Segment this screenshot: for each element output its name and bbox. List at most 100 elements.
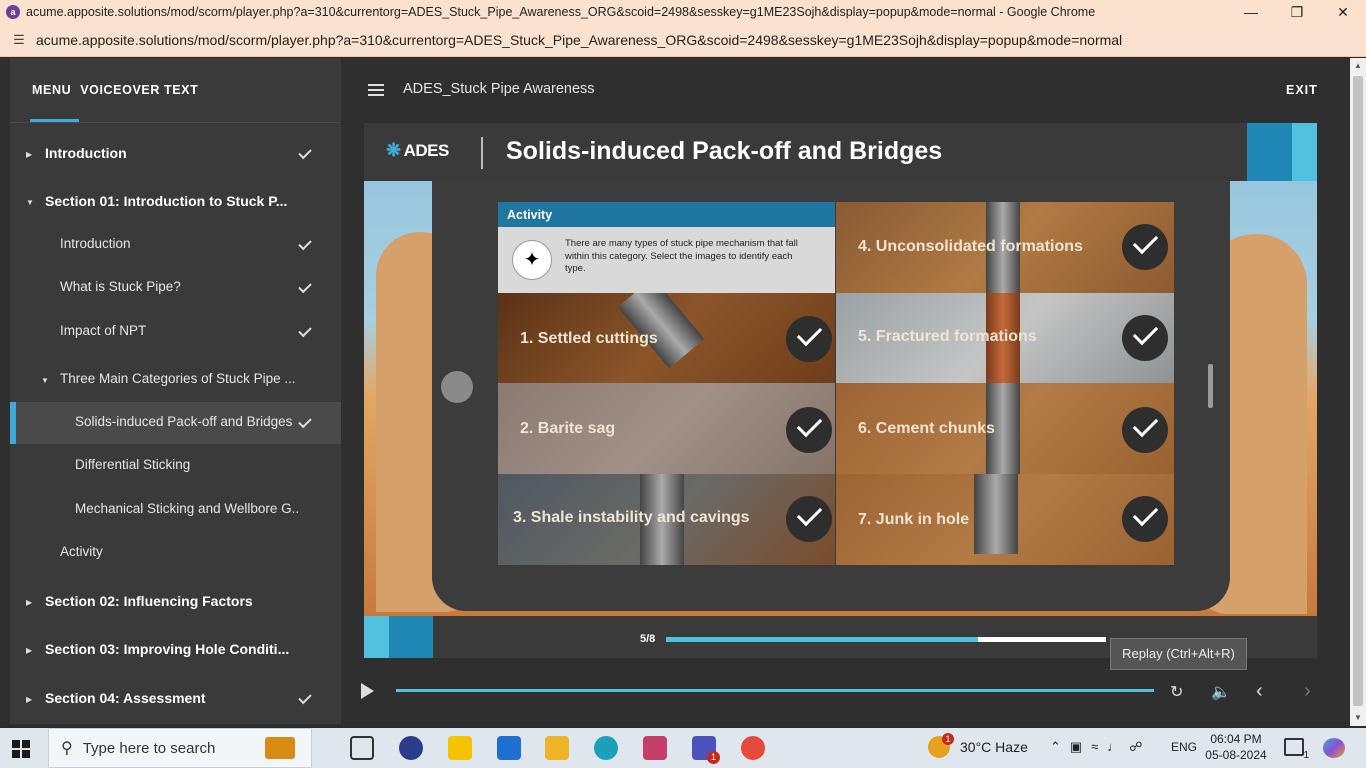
file-explorer-icon[interactable] (545, 736, 569, 760)
page-scrollbar[interactable]: ▲ ▼ (1350, 58, 1366, 726)
previous-icon[interactable]: ‹ (1256, 680, 1263, 703)
checkmark-icon (298, 145, 312, 160)
replay-icon[interactable]: ↻ (1170, 682, 1183, 702)
hamburger-menu-icon[interactable] (368, 84, 384, 96)
app-a-icon[interactable] (497, 736, 521, 760)
sidebar-item[interactable]: What is Stuck Pipe? (10, 267, 341, 309)
tile-junk-in-hole[interactable]: 7. Junk in hole (836, 474, 1174, 565)
tile-fractured-formations[interactable]: 5. Fractured formations (836, 293, 1174, 383)
sidebar-item[interactable]: ▶ Section 04: Assessment (10, 678, 341, 720)
tile-check-icon (786, 407, 832, 453)
course-sidebar: MENU VOICEOVER TEXT ▶ Introduction ▼ Sectio… (10, 58, 341, 724)
header-accent-block-light (1292, 123, 1317, 181)
sidebar-item[interactable]: Introduction (10, 224, 341, 266)
sidebar-item-label: Three Main Categories of Stuck Pipe ... (60, 371, 296, 386)
site-favicon-icon: a (6, 5, 20, 19)
address-bar[interactable]: ☰ acume.apposite.solutions/mod/scorm/pla… (0, 24, 1366, 57)
sidebar-item[interactable]: Differential Sticking (10, 445, 341, 487)
sidebar-item[interactable]: ▶ Introduction (10, 133, 341, 175)
ades-star-icon: ❋ (386, 140, 401, 160)
sidebar-item-label: Introduction (60, 236, 131, 251)
restore-icon[interactable]: ❐ (1274, 4, 1320, 21)
notification-count: 1 (1303, 750, 1309, 761)
tile-shale-instability[interactable]: 3. Shale instability and cavings (498, 474, 835, 565)
minimize-icon[interactable]: — (1228, 4, 1274, 20)
slide-header: ❋ ADES Solids-induced Pack-off and Bridge… (364, 123, 1247, 181)
eclipse-icon[interactable] (399, 736, 423, 760)
volume-icon[interactable]: 🔈 (1211, 682, 1231, 702)
sidebar-item[interactable]: Mechanical Sticking and Wellbore G... (10, 489, 341, 531)
exit-button[interactable]: EXIT (1286, 83, 1318, 97)
sidebar-item[interactable]: Impact of NPT (10, 311, 341, 353)
seek-bar[interactable] (396, 689, 1154, 692)
activity-instructions: There are many types of stuck pipe mecha… (565, 238, 798, 274)
weather-text[interactable]: 30°C Haze (960, 739, 1028, 755)
copilot-icon[interactable] (1323, 738, 1345, 758)
search-placeholder: Type here to search (82, 739, 216, 757)
next-icon[interactable]: › (1304, 680, 1311, 703)
tile-label: 1. Settled cuttings (520, 330, 658, 347)
chevron-right-icon[interactable]: ▶ (26, 598, 32, 607)
sidebar-item[interactable]: Activity (10, 532, 341, 574)
chevron-right-icon[interactable]: ▶ (26, 695, 32, 704)
url-text[interactable]: acume.apposite.solutions/mod/scorm/playe… (36, 32, 1122, 48)
header-accent-block (1247, 123, 1292, 181)
checkmark-icon (298, 414, 312, 429)
site-info-icon[interactable]: ☰ (8, 32, 30, 48)
sidebar-item[interactable]: ▶ Section 02: Influencing Factors (10, 581, 341, 623)
sidebar-divider (10, 122, 341, 123)
sidebar-item-label: Section 01: Introduction to Stuck P... (45, 193, 288, 209)
sidebar-item-label: Solids-induced Pack-off and Bridges (75, 414, 293, 429)
teams-icon[interactable]: 1 (692, 736, 720, 764)
tile-cement-chunks[interactable]: 6. Cement chunks (836, 383, 1174, 474)
chevron-right-icon[interactable]: ▶ (26, 150, 32, 159)
sidebar-item[interactable]: ▼ Three Main Categories of Stuck Pipe ... (10, 359, 341, 401)
tile-label: 4. Unconsolidated formations (858, 238, 1083, 255)
course-title: ADES_Stuck Pipe Awareness (403, 81, 595, 97)
checkmark-icon (298, 236, 312, 251)
tile-unconsolidated-formations[interactable]: 4. Unconsolidated formations (836, 202, 1174, 293)
play-icon[interactable] (361, 683, 374, 699)
tile-check-icon (1122, 496, 1168, 542)
sidebar-item[interactable]: ▼ Section 01: Introduction to Stuck P... (10, 181, 341, 223)
language-indicator[interactable]: ENG (1171, 740, 1197, 754)
tablet-side-bar (1208, 364, 1213, 408)
sidebar-item-label: What is Stuck Pipe? (60, 279, 181, 294)
sidebar-item-label: Section 03: Improving Hole Conditi... (45, 641, 290, 657)
tile-settled-cuttings[interactable]: 1. Settled cuttings (498, 293, 835, 383)
sidebar-item[interactable]: Solids-induced Pack-off and Bridges (10, 402, 341, 444)
close-icon[interactable]: ✕ (1320, 4, 1366, 21)
tile-barite-sag[interactable]: 2. Barite sag (498, 383, 835, 474)
system-tray-icons[interactable]: ⌃▣≈♩☍ (1050, 739, 1151, 755)
sidebar-item[interactable]: ▶ Section 03: Improving Hole Conditi... (10, 629, 341, 671)
sidebar-tabs: MENU VOICEOVER TEXT (10, 58, 341, 122)
notifications-icon[interactable]: 1 (1284, 738, 1309, 761)
scrollbar-thumb[interactable] (1353, 76, 1363, 706)
sticky-notes-icon[interactable] (448, 736, 472, 760)
sidebar-item-label: Differential Sticking (75, 457, 191, 472)
tile-check-icon (786, 496, 832, 542)
tile-label: 5. Fractured formations (858, 328, 1037, 345)
edge-icon[interactable] (594, 736, 618, 760)
tile-check-icon (1122, 407, 1168, 453)
chevron-down-icon[interactable]: ▼ (26, 198, 34, 207)
chevron-right-icon[interactable]: ▶ (26, 646, 32, 655)
scroll-up-icon[interactable]: ▲ (1354, 61, 1362, 70)
tab-menu[interactable]: MENU (29, 58, 80, 122)
tile-check-icon (1122, 315, 1168, 361)
snipping-tool-icon[interactable] (643, 736, 667, 760)
taskbar-search-input[interactable]: ⚲ Type here to search (48, 728, 312, 768)
scroll-down-icon[interactable]: ▼ (1354, 713, 1362, 722)
chrome-icon[interactable] (741, 736, 765, 760)
weather-icon[interactable]: 1 (928, 733, 954, 758)
progress-accent-light (364, 616, 389, 658)
sidebar-item-label: Section 02: Influencing Factors (45, 593, 253, 609)
tile-label: 7. Junk in hole (858, 511, 970, 528)
click-pointer-icon: ✦ (512, 240, 552, 280)
taskbar-clock[interactable]: 06:04 PM 05-08-2024 (1205, 731, 1267, 763)
tab-voiceover-text[interactable]: VOICEOVER TEXT (80, 58, 198, 122)
weather-badge: 1 (942, 733, 954, 745)
task-view-icon[interactable] (350, 736, 374, 760)
windows-start-icon[interactable] (12, 740, 30, 758)
chevron-down-icon[interactable]: ▼ (41, 376, 49, 385)
